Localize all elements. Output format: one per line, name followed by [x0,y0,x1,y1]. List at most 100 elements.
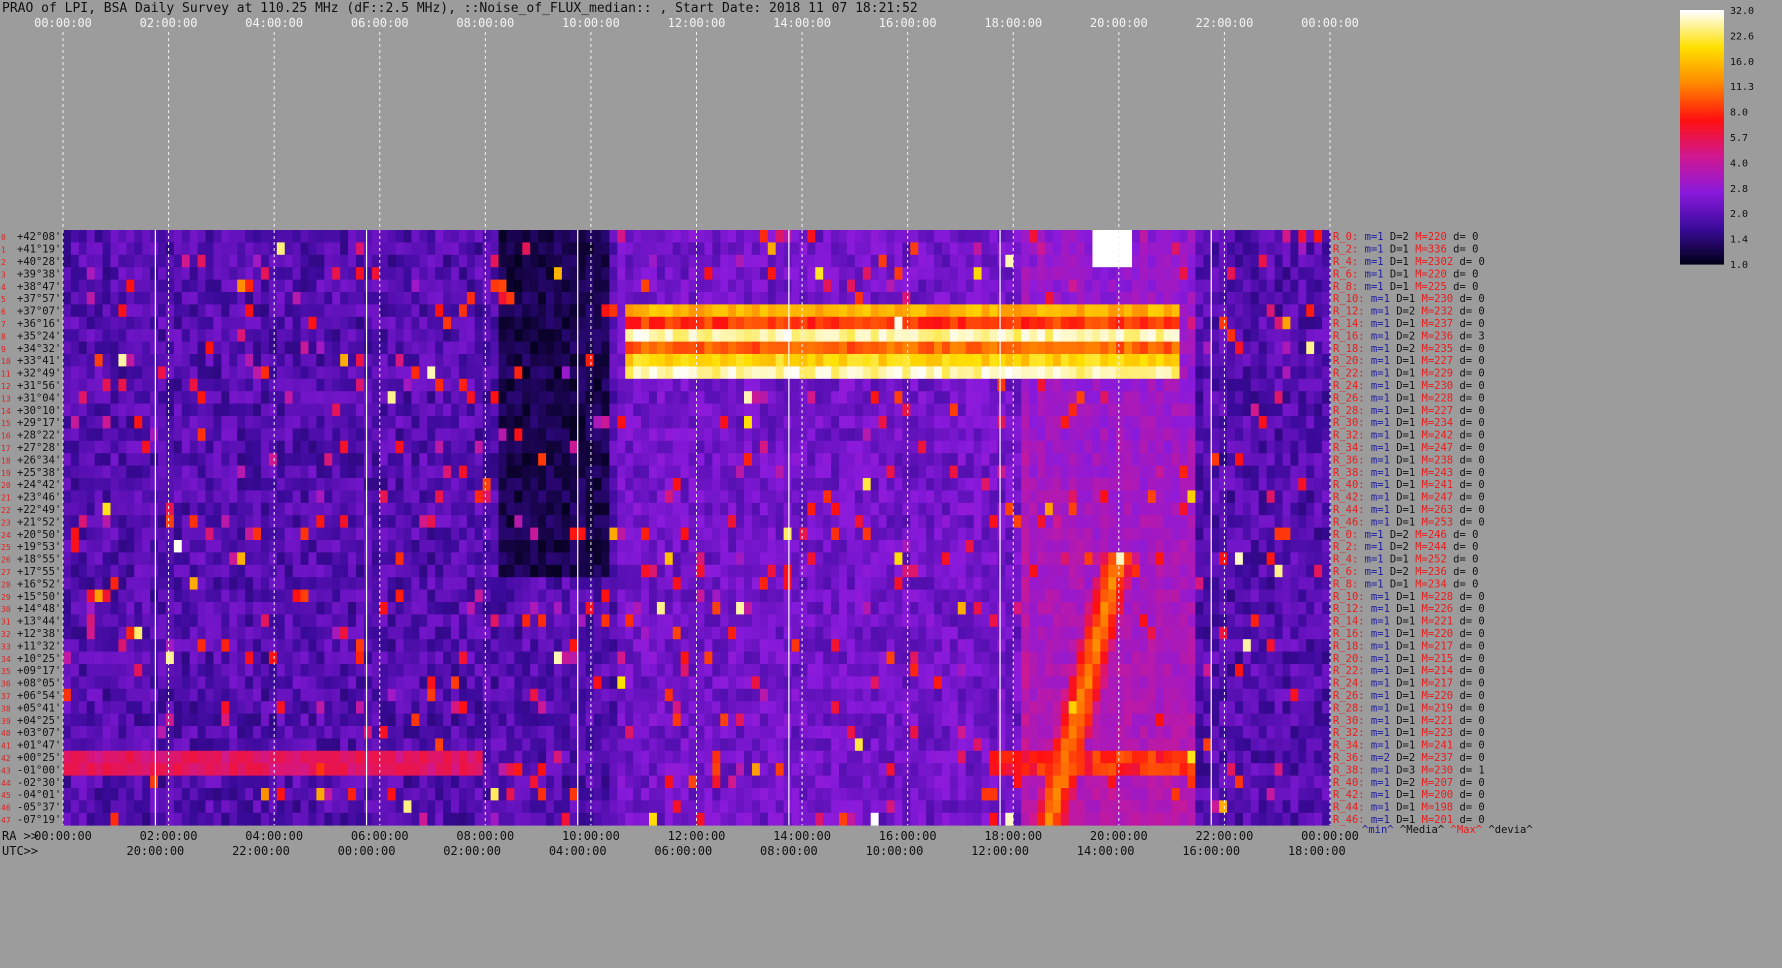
heatmap-cell [1060,230,1070,243]
heatmap-cell [1147,279,1157,293]
heatmap-cell [934,478,943,491]
heatmap-cell [1314,515,1323,528]
heatmap-cell [744,416,753,429]
heatmap-cell [648,440,658,454]
heatmap-cell [1290,316,1299,330]
heatmap-cell [1250,564,1260,578]
heatmap-cell [506,267,515,280]
top-tick-label: 12:00:00 [668,16,726,30]
heatmap-cell [1155,602,1165,615]
heatmap-cell [878,279,888,293]
heatmap-cell [221,490,230,504]
heatmap-cell [1037,428,1046,442]
heatmap-cell [482,453,492,466]
heatmap-cell [736,589,745,603]
heatmap-cell [102,552,112,566]
heatmap-cell [371,354,381,367]
heatmap-cell [142,279,151,293]
heatmap-cell [894,391,903,404]
heatmap-cell [268,540,278,553]
heatmap-cell [458,341,468,355]
heatmap-cell [419,589,428,603]
heatmap-cell [1060,416,1070,429]
heatmap-cell [348,378,357,392]
heatmap-cell [1250,577,1260,590]
heatmap-cell [221,292,230,305]
heatmap-cell [348,527,357,541]
heatmap-cell [1132,515,1141,528]
heatmap-cell [181,490,191,504]
heatmap-cell [1322,490,1331,504]
heatmap-cell [466,316,476,330]
heatmap-cell [213,540,222,553]
heatmap-cell [1322,502,1331,516]
heatmap-cell [1266,564,1276,578]
heatmap-cell [363,254,373,268]
heatmap-cell [229,453,238,466]
heatmap-cell [498,304,508,318]
heatmap-cell [451,230,460,243]
heatmap-cell [569,577,579,590]
heatmap-cell [70,589,80,603]
heatmap-cell [617,354,626,367]
heatmap-cell [70,329,80,342]
heatmap-cell [1179,540,1189,553]
heatmap-cell [324,391,333,404]
heatmap-cell [1274,577,1284,590]
heatmap-cell [1163,589,1173,603]
heatmap-cell [870,354,880,367]
heatmap-cell [965,428,975,442]
heatmap-cell [1021,577,1030,590]
heatmap-cell [1139,602,1149,615]
heatmap-cell [934,577,943,590]
heatmap-cell [1147,564,1157,578]
heatmap-cell [1084,527,1094,541]
heatmap-cell [443,602,452,615]
heatmap-cell [102,279,112,293]
heatmap-cell [1234,354,1244,367]
heatmap-cell [530,490,539,504]
heatmap-cell [1179,230,1189,243]
heatmap-cell [102,602,112,615]
heatmap-cell [934,552,943,566]
heatmap-cell [546,329,555,342]
heatmap-cell [910,515,919,528]
heatmap-cell [363,416,373,429]
heatmap-cell [862,428,872,442]
heatmap-cell [1234,304,1244,318]
heatmap-cell [316,242,325,256]
heatmap-cell [300,589,310,603]
heatmap-cell [593,254,603,268]
heatmap-cell [308,267,317,280]
heatmap-cell [1203,490,1212,504]
heatmap-cell [348,453,357,466]
heatmap-cell [466,267,476,280]
heatmap-cell [870,416,880,429]
heatmap-cell [949,453,959,466]
heatmap-cell [1306,540,1315,553]
heatmap-cell [546,540,555,553]
heatmap-cell [926,304,935,318]
heatmap-cell [704,428,713,442]
heatmap-cell [791,304,801,318]
heatmap-cell [237,453,246,466]
heatmap-cell [854,230,864,243]
heatmap-cell [506,602,515,615]
heatmap-cell [601,453,610,466]
heatmap-cell [458,254,468,268]
heatmap-cell [86,329,96,342]
heatmap-cell [1306,453,1315,466]
heatmap-cell [213,316,222,330]
heatmap-cell [846,267,856,280]
heatmap-cell [514,428,523,442]
heatmap-cell [664,602,674,615]
heatmap-cell [150,614,159,628]
heatmap-cell [1044,465,1054,479]
heatmap-cell [989,602,999,615]
heatmap-cell [1242,403,1252,417]
heatmap-cell [451,515,460,528]
heatmap-cell [379,292,389,305]
heatmap-cell [965,341,975,355]
heatmap-cell [561,391,571,404]
heatmap-cell [1132,478,1141,491]
